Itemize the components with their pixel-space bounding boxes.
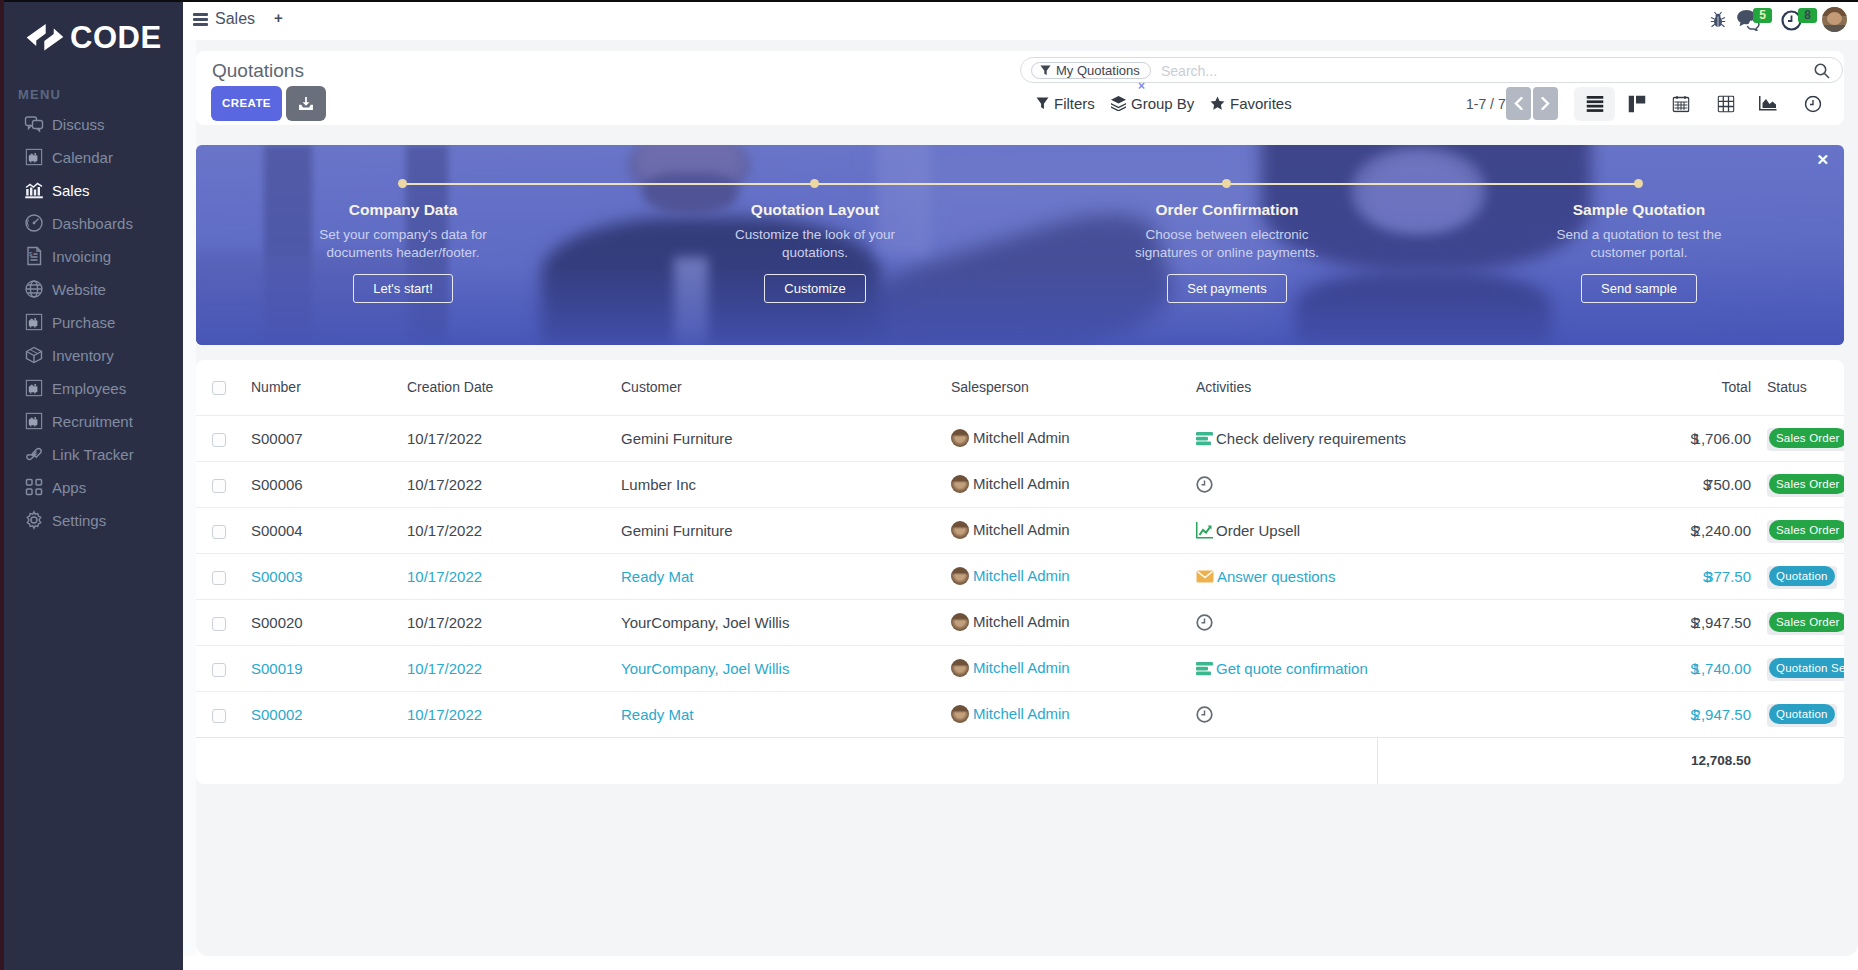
svg-text:$: $ <box>29 250 33 256</box>
